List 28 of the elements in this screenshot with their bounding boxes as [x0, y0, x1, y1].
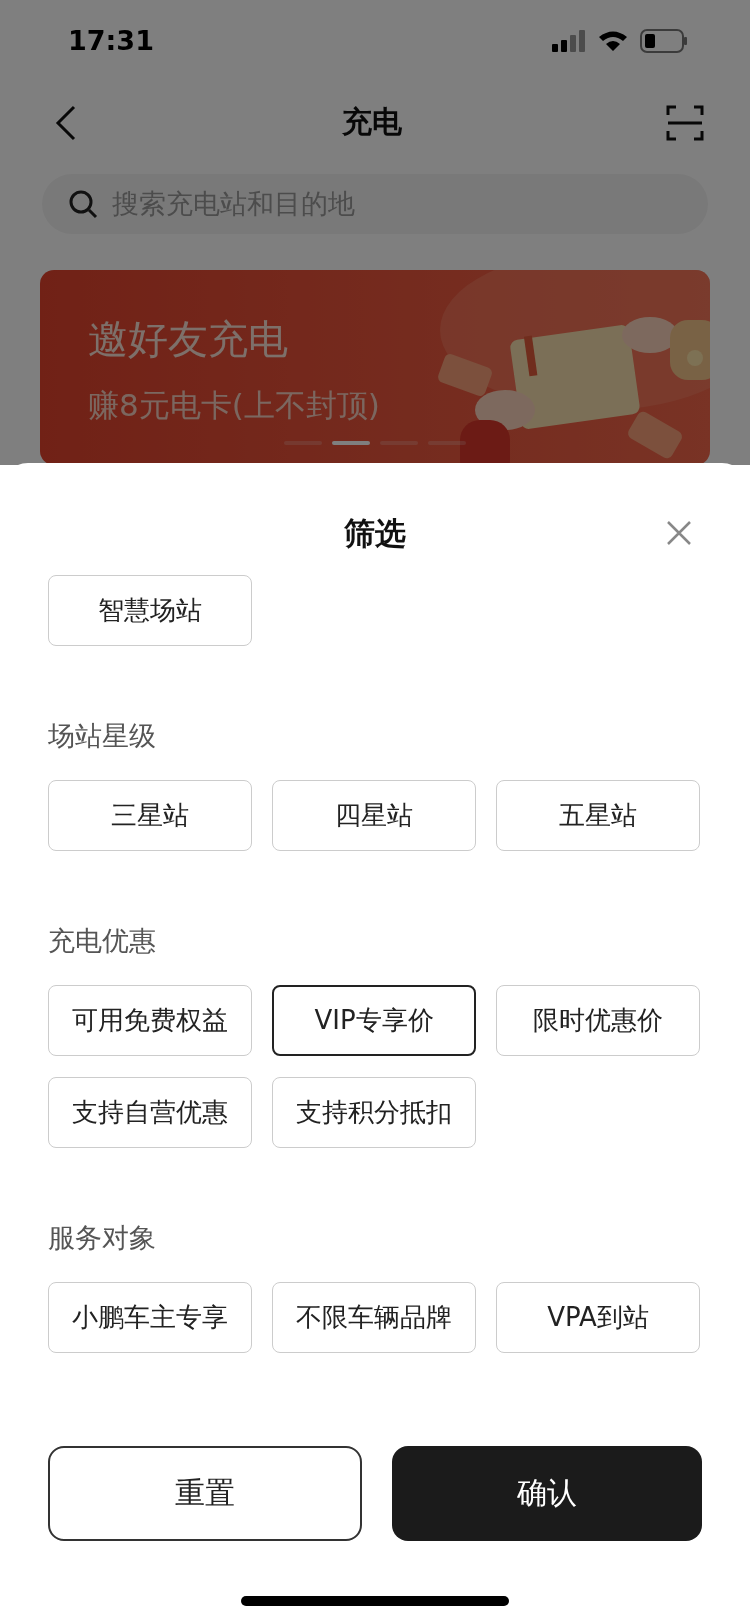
search-icon — [68, 188, 98, 219]
status-time: 17:31 — [68, 25, 154, 57]
section-title: 服务对象 — [48, 1222, 157, 1254]
filter-option[interactable]: VIP专享价 — [272, 985, 476, 1056]
banner-title: 邀好友充电 — [88, 314, 289, 364]
filter-option[interactable]: 支持积分抵扣 — [272, 1077, 476, 1148]
back-icon[interactable] — [54, 104, 78, 141]
wifi-icon — [598, 29, 628, 52]
filter-option[interactable]: 支持自营优惠 — [48, 1077, 252, 1148]
filter-option[interactable]: 限时优惠价 — [496, 985, 700, 1056]
section-title: 充电优惠 — [48, 925, 157, 957]
filter-option[interactable]: VPA到站 — [496, 1282, 700, 1353]
signal-icon — [552, 29, 586, 52]
filter-option[interactable]: 五星站 — [496, 780, 700, 851]
confirm-button[interactable]: 确认 — [392, 1446, 702, 1541]
sheet-title: 筛选 — [344, 514, 406, 553]
filter-option[interactable]: 四星站 — [272, 780, 476, 851]
page-title: 充电 — [342, 103, 402, 142]
filter-option[interactable]: 小鹏车主专享 — [48, 1282, 252, 1353]
scan-icon[interactable] — [666, 104, 704, 141]
battery-icon — [640, 28, 688, 53]
section-title: 场站星级 — [48, 720, 157, 752]
banner-subtitle: 赚8元电卡(上不封顶) — [88, 385, 380, 425]
reset-button[interactable]: 重置 — [48, 1446, 362, 1541]
filter-option[interactable]: 可用免费权益 — [48, 985, 252, 1056]
filter-option[interactable]: 智慧场站 — [48, 575, 252, 646]
filter-option[interactable]: 三星站 — [48, 780, 252, 851]
filter-option[interactable]: 不限车辆品牌 — [272, 1282, 476, 1353]
